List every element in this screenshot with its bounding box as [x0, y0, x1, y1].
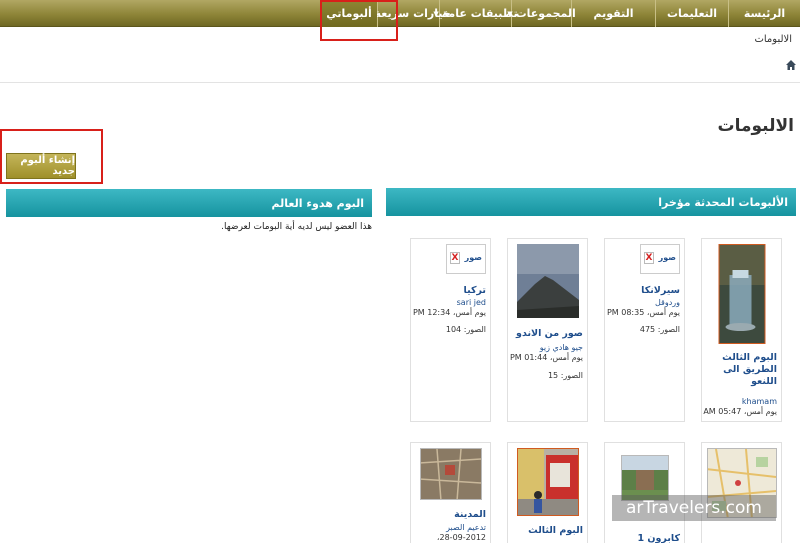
nav-quick-options-label: خيارات سريعة: [374, 7, 451, 20]
create-album-button[interactable]: إنشاء ألبوم جديد: [6, 153, 76, 179]
album-photo-count: الصور: 15: [547, 371, 583, 380]
album-card[interactable]: البوم الثالث: [507, 442, 588, 543]
album-card[interactable]: كابرون 1: [604, 442, 685, 543]
album-user[interactable]: جيو هادي زيو: [509, 343, 583, 353]
album-card[interactable]: [701, 442, 782, 543]
divider: [0, 82, 800, 83]
album-thumbnail[interactable]: [419, 448, 482, 500]
album-thumbnail[interactable]: [516, 448, 579, 516]
album-user[interactable]: khamam: [703, 397, 777, 407]
album-card[interactable]: المدينة تدعيم الصبر 28-09-2012، 10:55 PM: [410, 442, 491, 543]
album-title[interactable]: صور من الاندو: [509, 328, 583, 340]
broken-image-icon: X: [644, 252, 654, 264]
album-thumbnail[interactable]: [718, 244, 765, 344]
nav-my-albums[interactable]: ألبوماتي: [321, 0, 377, 27]
top-navbar: الرئيسة التعليمات التقويم المجموعات ▼ تطب…: [0, 0, 800, 27]
broken-image-label: صور: [658, 253, 676, 262]
breadcrumb[interactable]: الالبومات: [754, 34, 792, 45]
album-title[interactable]: البوم الثالث الطريق الى اللنعو: [703, 352, 777, 388]
album-thumbnail[interactable]: X صور: [446, 244, 486, 274]
recent-albums-header: الألبومات المحدثة مؤخرا: [386, 188, 796, 216]
watermark: arTravelers.com: [612, 495, 776, 521]
album-title[interactable]: كابرون 1: [606, 533, 680, 543]
album-photo-count: الصور: 104: [445, 325, 486, 334]
album-title[interactable]: تركيا: [412, 285, 486, 297]
album-title[interactable]: سيرلانكا: [606, 285, 680, 297]
album-date: يوم أمس، 08:35 PM: [606, 308, 680, 317]
album-photo-count: الصور: 475: [639, 325, 680, 334]
nav-groups[interactable]: المجموعات ▼: [507, 0, 576, 27]
album-date: يوم أمس، 05:47 AM: [703, 407, 777, 416]
nav-help-label: التعليمات: [666, 7, 718, 20]
page-title: الالبومات: [717, 116, 794, 136]
nav-help[interactable]: التعليمات: [655, 0, 728, 27]
nav-calendar-label: التقويم: [593, 7, 634, 20]
nav-home-label: الرئيسة: [743, 7, 786, 20]
left-panel-header: البوم هدوء العالم: [6, 189, 372, 217]
album-user[interactable]: تدعيم الصبر: [412, 523, 486, 533]
album-thumbnail[interactable]: [516, 244, 579, 318]
album-title[interactable]: البوم الثالث: [509, 525, 583, 537]
album-card[interactable]: صور من الاندو جيو هادي زيو يوم أمس، 01:4…: [507, 238, 588, 422]
album-user[interactable]: sari jed: [412, 298, 486, 308]
empty-albums-note: هذا العضو ليس لديه أية البومات لعرضها.: [221, 222, 372, 232]
nav-groups-label: المجموعات: [515, 7, 576, 20]
nav-public-apps-label: تطبيقات عامة: [441, 7, 518, 20]
album-thumbnail[interactable]: X صور: [640, 244, 680, 274]
nav-home[interactable]: الرئيسة: [728, 0, 800, 27]
album-card[interactable]: X صور سيرلانكا وردوقل يوم أمس، 08:35 PM …: [604, 238, 685, 422]
home-icon[interactable]: [786, 60, 796, 70]
album-date: يوم أمس، 12:34 PM: [412, 308, 486, 317]
album-card[interactable]: X صور تركيا sari jed يوم أمس، 12:34 PM ا…: [410, 238, 491, 422]
nav-my-albums-label: ألبوماتي: [326, 7, 372, 20]
album-date: يوم أمس، 01:44 PM: [509, 353, 583, 362]
album-title[interactable]: المدينة: [412, 509, 486, 521]
broken-image-icon: X: [450, 252, 460, 264]
nav-calendar[interactable]: التقويم: [571, 0, 655, 27]
nav-quick-options[interactable]: خيارات سريعة▼: [366, 0, 451, 27]
album-date: 28-09-2012، 10:55 PM: [436, 533, 486, 542]
broken-image-label: صور: [464, 253, 482, 262]
album-card[interactable]: البوم الثالث الطريق الى اللنعو khamam يو…: [701, 238, 782, 422]
album-user[interactable]: وردوقل: [606, 298, 680, 308]
